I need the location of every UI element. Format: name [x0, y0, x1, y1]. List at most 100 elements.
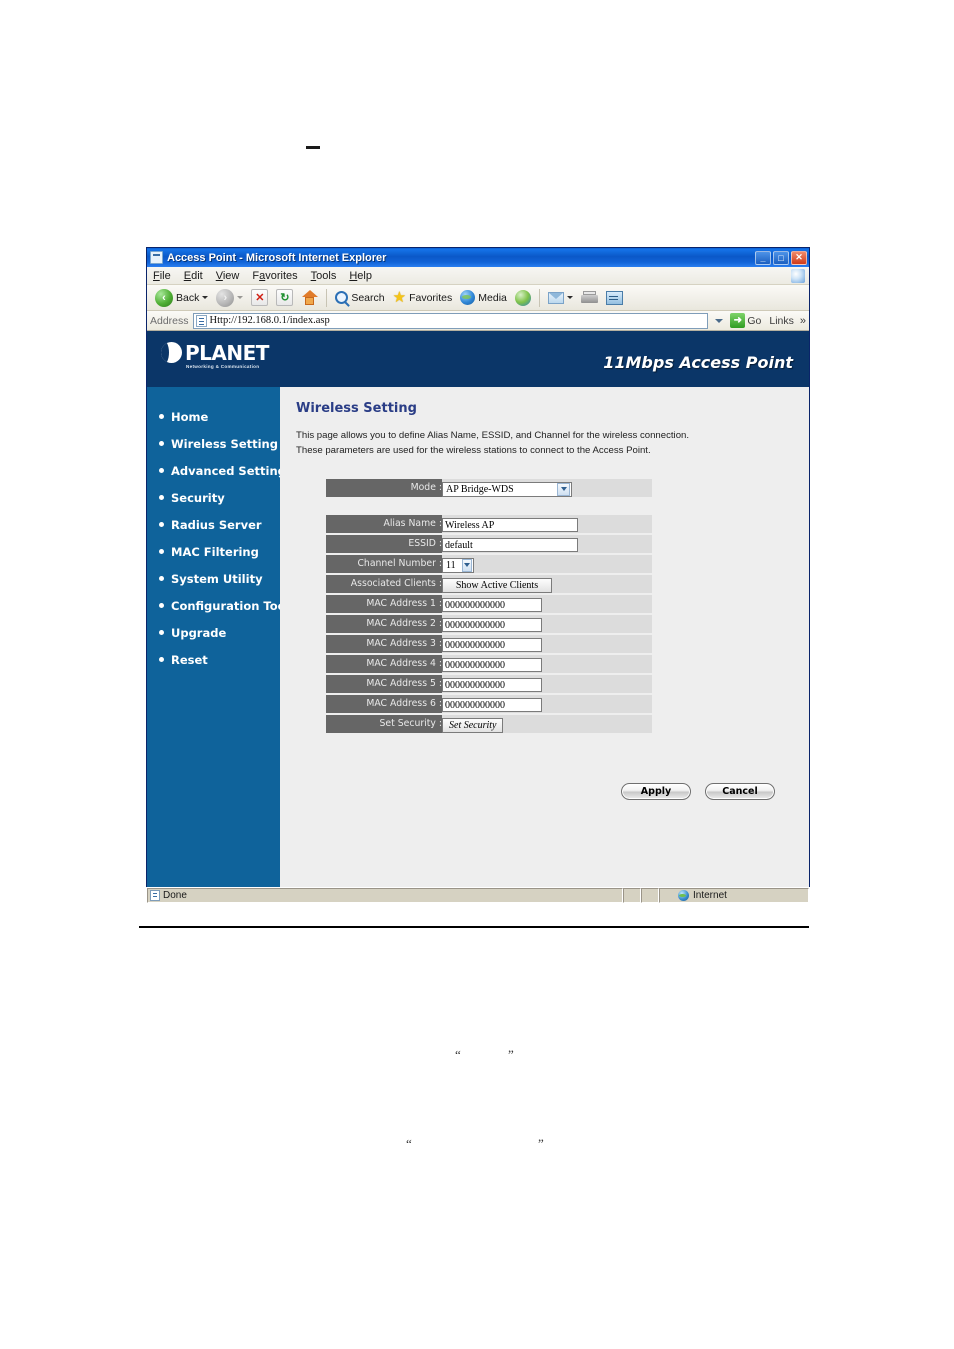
sidebar-item-label: Configuration Tool	[171, 598, 290, 613]
mode-select[interactable]: AP Bridge-WDS	[442, 481, 572, 497]
essid-input[interactable]	[442, 538, 578, 553]
set-security-value-cell: Set Security	[442, 714, 652, 733]
page-body: Home Wireless Setting Advanced Setting Secu…	[147, 387, 809, 887]
stop-button[interactable]: ✕	[248, 287, 271, 309]
essid-value-cell	[442, 534, 652, 553]
sidebar-item-reset[interactable]: Reset	[147, 646, 280, 673]
sidebar-item-advanced-setting[interactable]: Advanced Setting	[147, 457, 286, 484]
site-banner: PLANET Networking & Communication 11Mbps…	[147, 331, 809, 387]
close-button[interactable]: ✕	[791, 250, 807, 265]
menu-item-help[interactable]: Help	[349, 270, 372, 282]
chevron-down-icon[interactable]	[557, 482, 570, 496]
associated-clients-button[interactable]: Show Active Clients	[442, 577, 552, 593]
history-button[interactable]	[512, 287, 534, 309]
alias-name-input[interactable]	[442, 518, 578, 533]
sidebar-item-label: Radius Server	[171, 517, 262, 532]
mail-dropdown-caret-icon[interactable]	[566, 296, 573, 299]
sidebar-item-wireless-setting[interactable]: Wireless Setting	[147, 430, 280, 457]
toolbar-separator-2	[538, 288, 540, 307]
mac-address-6-input[interactable]	[442, 698, 542, 713]
bullet-icon	[159, 657, 164, 662]
mac-address-4-value-cell	[442, 654, 652, 673]
bullet-icon	[159, 495, 164, 500]
mac-address-3-input[interactable]	[442, 638, 542, 653]
mac-address-5-value-cell	[442, 674, 652, 693]
address-label: Address	[150, 314, 189, 327]
sidebar-item-label: System Utility	[171, 571, 263, 586]
set-security-button[interactable]: Set Security	[442, 717, 504, 733]
channel-number-selected-value: 11	[446, 559, 456, 571]
maximize-button[interactable]: □	[773, 250, 789, 265]
sidebar-item-label: Wireless Setting	[171, 436, 278, 451]
form-actions: Apply Cancel	[621, 783, 775, 800]
mac-address-4-input[interactable]	[442, 658, 542, 673]
channel-number-select[interactable]: 11	[442, 557, 474, 573]
planet-globe-icon	[161, 342, 182, 363]
back-button[interactable]: ‹ Back	[152, 287, 211, 309]
security-zone-area[interactable]: Internet	[659, 888, 809, 903]
mac-address-5-input[interactable]	[442, 678, 542, 693]
go-label: Go	[747, 314, 762, 327]
page-title: Wireless Setting	[296, 401, 417, 416]
home-button[interactable]	[298, 287, 321, 309]
bullet-icon	[159, 549, 164, 554]
essid-label: ESSID :	[326, 534, 442, 553]
mail-icon	[547, 291, 564, 304]
apply-button[interactable]: Apply	[621, 783, 691, 800]
table-row: MAC Address 6 :	[326, 694, 652, 713]
brand-name: PLANET	[185, 340, 269, 365]
menu-item-edit[interactable]: Edit	[184, 270, 203, 282]
sidebar-item-security[interactable]: Security	[147, 484, 280, 511]
go-button[interactable]: ➜ Go	[730, 313, 761, 328]
set-security-label: Set Security :	[326, 714, 442, 733]
associated-clients-label: Associated Clients :	[326, 574, 442, 593]
table-row: MAC Address 3 :	[326, 634, 652, 653]
favorites-button[interactable]: ★ Favorites	[390, 287, 456, 309]
address-input[interactable]: Http://192.168.0.1/index.asp	[192, 312, 709, 329]
address-dropdown-icon[interactable]	[712, 314, 726, 328]
sidebar-item-label: Reset	[171, 652, 208, 667]
stop-icon: ✕	[251, 289, 269, 306]
edit-button[interactable]	[603, 287, 626, 309]
channel-number-value-cell: 11	[442, 554, 652, 573]
bullet-icon	[159, 414, 164, 419]
mac-address-1-input[interactable]	[442, 598, 542, 613]
sidebar-item-radius-server[interactable]: Radius Server	[147, 511, 280, 538]
forward-button[interactable]: ›	[213, 287, 246, 309]
bullet-icon	[159, 603, 164, 608]
forward-dropdown-caret-icon[interactable]	[237, 296, 244, 299]
mode-label: Mode :	[326, 478, 442, 497]
table-row: Associated Clients : Show Active Clients	[326, 574, 652, 593]
menu-item-view[interactable]: View	[216, 270, 240, 282]
menu-item-file[interactable]: File	[153, 270, 171, 282]
search-icon	[335, 291, 349, 304]
bullet-icon	[159, 576, 164, 581]
links-label[interactable]: Links	[769, 315, 794, 327]
sidebar-item-home[interactable]: Home	[147, 403, 280, 430]
sidebar-item-label: Home	[171, 409, 209, 424]
menu-item-tools[interactable]: Tools	[311, 270, 337, 282]
wireless-settings-table: Alias Name :ESSID :Channel Number : 11 Ass…	[326, 513, 652, 735]
refresh-button[interactable]: ↻	[273, 287, 296, 309]
media-button[interactable]: Media	[457, 287, 510, 309]
page-dash-mark	[306, 146, 320, 149]
cancel-button[interactable]: Cancel	[705, 783, 775, 800]
links-chevron-icon[interactable]: »	[800, 315, 806, 327]
sidebar-item-configuration-tool[interactable]: Configuration Tool	[147, 592, 290, 619]
menu-item-favorites[interactable]: Favorites	[252, 270, 297, 282]
sidebar-item-upgrade[interactable]: Upgrade	[147, 619, 280, 646]
back-dropdown-caret-icon[interactable]	[202, 296, 209, 299]
search-button[interactable]: Search	[332, 287, 387, 309]
sidebar-item-system-utility[interactable]: System Utility	[147, 565, 280, 592]
minimize-button[interactable]: _	[755, 250, 771, 265]
mail-button[interactable]	[545, 287, 576, 309]
quote-mark-3: ”	[538, 1136, 544, 1151]
chevron-down-icon[interactable]	[461, 558, 472, 572]
sidebar-item-mac-filtering[interactable]: MAC Filtering	[147, 538, 280, 565]
mac-address-2-input[interactable]	[442, 618, 542, 633]
security-zone-label: Internet	[693, 890, 727, 901]
quote-mark-2: “	[406, 1136, 412, 1151]
print-button[interactable]	[578, 287, 601, 309]
refresh-icon: ↻	[276, 289, 294, 306]
alias-name-value-cell	[442, 514, 652, 533]
